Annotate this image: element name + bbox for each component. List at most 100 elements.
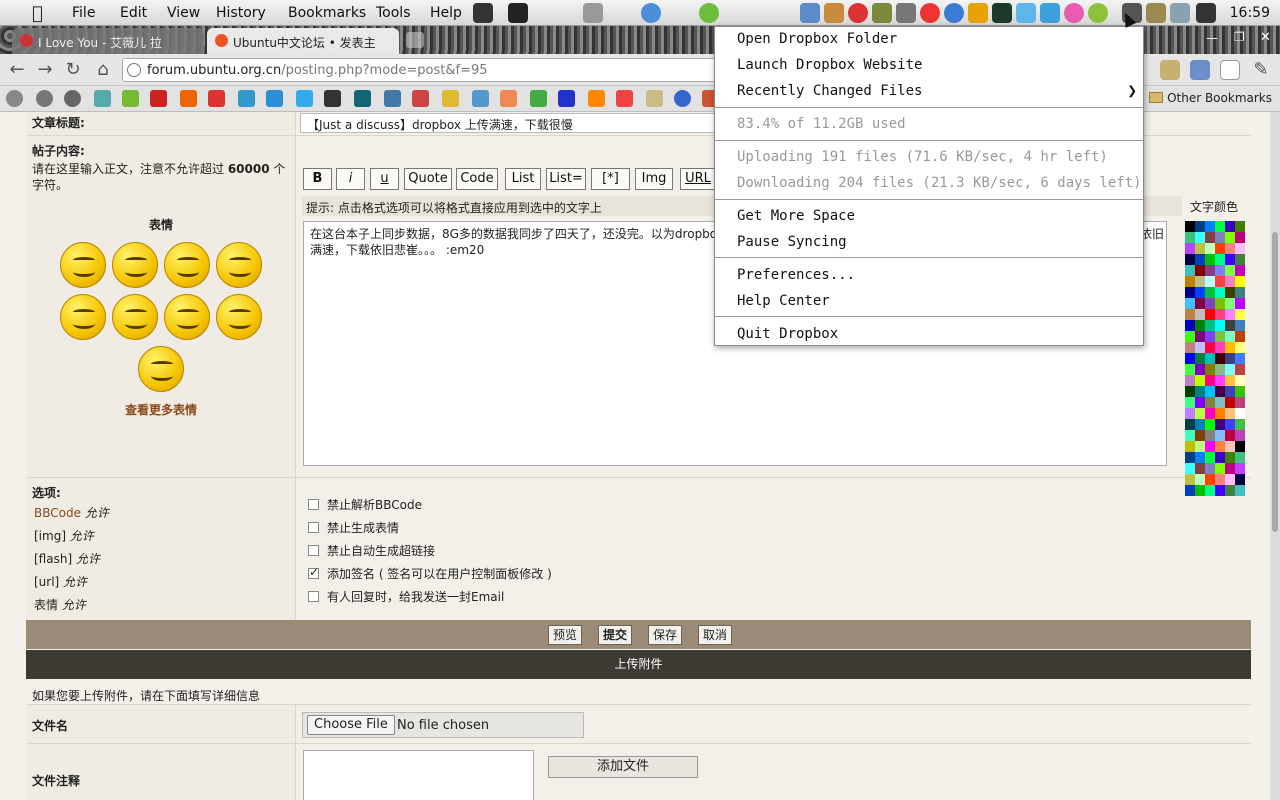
screenshot-icon[interactable] (583, 3, 603, 23)
bookmark-2-icon[interactable] (36, 90, 53, 107)
submit-button[interactable]: 提交 (598, 625, 632, 645)
pidgin-tray-icon[interactable] (1064, 3, 1084, 23)
underline-button[interactable]: u (370, 168, 399, 190)
disable-bbcode-checkbox[interactable] (308, 499, 319, 510)
color-swatch[interactable] (1185, 276, 1195, 287)
color-swatch[interactable] (1235, 408, 1245, 419)
bookmark-12-icon[interactable] (324, 90, 341, 107)
color-swatch[interactable] (1185, 320, 1195, 331)
weibo-icon[interactable] (968, 3, 988, 23)
color-swatch[interactable] (1235, 287, 1245, 298)
choose-file-button[interactable]: Choose File (307, 715, 395, 735)
smiley-dizzy-icon[interactable] (138, 346, 184, 392)
color-swatch[interactable] (1215, 309, 1225, 320)
color-swatch[interactable] (1235, 386, 1245, 397)
color-swatch[interactable] (1215, 287, 1225, 298)
color-swatch[interactable] (1185, 298, 1195, 309)
color-swatch[interactable] (1205, 243, 1215, 254)
color-swatch[interactable] (1195, 452, 1205, 463)
color-swatch[interactable] (1225, 298, 1235, 309)
finder-icon[interactable] (800, 3, 820, 23)
chrome-icon[interactable] (641, 3, 661, 23)
preferences-item[interactable]: Preferences... (737, 267, 855, 283)
color-swatch[interactable] (1205, 232, 1215, 243)
color-swatch[interactable] (1215, 221, 1225, 232)
color-swatch[interactable] (1195, 419, 1205, 430)
bookmark-1-icon[interactable] (6, 90, 23, 107)
disable-smilies-checkbox[interactable] (308, 522, 319, 533)
color-swatch[interactable] (1215, 430, 1225, 441)
recently-changed-files-item[interactable]: Recently Changed Files (737, 83, 922, 99)
color-swatch[interactable] (1225, 309, 1235, 320)
color-swatch[interactable] (1225, 287, 1235, 298)
color-swatch[interactable] (1225, 276, 1235, 287)
menu-view[interactable]: View (167, 5, 200, 21)
color-swatch[interactable] (1225, 430, 1235, 441)
color-swatch[interactable] (1225, 265, 1235, 276)
bookmark-17-icon[interactable] (472, 90, 489, 107)
smiley-blush-icon[interactable] (164, 242, 210, 288)
color-swatch[interactable] (1185, 309, 1195, 320)
color-swatch[interactable] (1205, 298, 1215, 309)
color-swatch[interactable] (1215, 397, 1225, 408)
color-swatch[interactable] (1185, 353, 1195, 364)
color-swatch[interactable] (1215, 463, 1225, 474)
color-swatch[interactable] (1185, 430, 1195, 441)
color-swatch[interactable] (1185, 452, 1195, 463)
color-swatch[interactable] (1225, 331, 1235, 342)
color-swatch[interactable] (1195, 375, 1205, 386)
color-swatch[interactable] (1205, 397, 1215, 408)
bookmark-6-icon[interactable] (150, 90, 167, 107)
bold-button[interactable]: B (303, 168, 332, 190)
color-swatch[interactable] (1205, 342, 1215, 353)
color-swatch[interactable] (1195, 276, 1205, 287)
color-swatch[interactable] (1235, 375, 1245, 386)
list-numbered-button[interactable]: List= (546, 168, 586, 190)
attach-signature-checkbox[interactable] (308, 565, 319, 579)
home-icon[interactable]: ⌂ (92, 60, 114, 80)
smiley-sweat-icon[interactable] (112, 294, 158, 340)
color-swatch[interactable] (1225, 254, 1235, 265)
color-swatch[interactable] (1225, 397, 1235, 408)
color-swatch[interactable] (1215, 298, 1225, 309)
menu-bookmarks[interactable]: Bookmarks (288, 5, 366, 21)
color-swatch[interactable] (1195, 342, 1205, 353)
color-swatch[interactable] (1195, 364, 1205, 375)
opera-icon[interactable] (920, 3, 940, 23)
color-swatch[interactable] (1195, 298, 1205, 309)
more-smilies-link[interactable]: 查看更多表情 (26, 401, 296, 418)
color-swatch[interactable] (1185, 419, 1195, 430)
scrollbar-thumb[interactable] (1272, 232, 1278, 532)
color-swatch[interactable] (1205, 276, 1215, 287)
color-swatch[interactable] (1195, 430, 1205, 441)
terminal-icon[interactable] (508, 3, 528, 23)
color-swatch[interactable] (1195, 265, 1205, 276)
url-button[interactable]: URL (680, 168, 716, 190)
disable-bbcode-option[interactable]: 禁止解析BBCode (308, 496, 422, 513)
smiley-laugh-icon[interactable] (216, 242, 262, 288)
color-swatch[interactable] (1195, 386, 1205, 397)
color-swatch[interactable] (1185, 331, 1195, 342)
color-swatch[interactable] (1215, 254, 1225, 265)
reload-icon[interactable]: ↻ (62, 60, 84, 80)
color-swatch[interactable] (1185, 287, 1195, 298)
globe-icon[interactable] (944, 3, 964, 23)
color-swatch[interactable] (1195, 221, 1205, 232)
list-item-button[interactable]: [*] (591, 168, 630, 190)
address-bar[interactable]: forum.ubuntu.org.cn/posting.php?mode=pos… (122, 58, 722, 82)
back-icon[interactable]: ← (6, 60, 28, 80)
color-swatch[interactable] (1185, 221, 1195, 232)
attach-signature-option[interactable]: 添加签名 ( 签名可以在用户控制面板修改 ) (308, 565, 552, 582)
color-swatch[interactable] (1205, 331, 1215, 342)
color-swatch[interactable] (1235, 331, 1245, 342)
color-swatch[interactable] (1195, 309, 1205, 320)
menu-history[interactable]: History (216, 5, 266, 21)
wrench-icon[interactable]: ✎ (1250, 60, 1272, 80)
smiley-yawn-icon[interactable] (216, 294, 262, 340)
book-icon[interactable] (872, 3, 892, 23)
translate-icon[interactable] (1190, 60, 1210, 80)
color-swatch[interactable] (1235, 353, 1245, 364)
color-swatch[interactable] (1235, 364, 1245, 375)
color-swatch[interactable] (1205, 430, 1215, 441)
bookmark-16-icon[interactable] (442, 90, 459, 107)
